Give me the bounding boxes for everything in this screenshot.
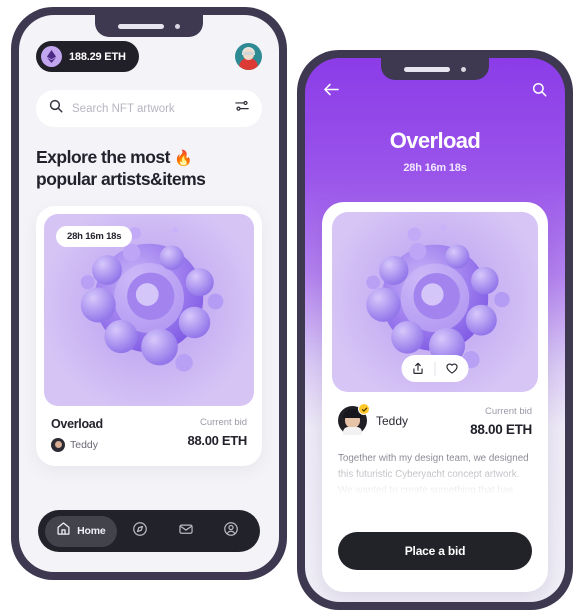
phone-detail: Overload 28h 16m 18s Teddy Current bid 8… xyxy=(297,50,573,610)
nft-creator[interactable]: Teddy xyxy=(51,437,103,452)
home-topbar: 188.29 ETH xyxy=(36,41,262,72)
auction-timer-badge: 28h 16m 18s xyxy=(56,225,133,247)
page-title: Explore the most 🔥 popular artists&items xyxy=(36,146,262,191)
nav-item-profile[interactable] xyxy=(210,516,253,547)
place-bid-button[interactable]: Place a bid xyxy=(338,532,532,570)
wallet-amount: 188.29 ETH xyxy=(69,50,126,63)
search-icon xyxy=(49,99,63,118)
detail-creator[interactable]: Teddy xyxy=(338,403,409,435)
phone-home: 188.29 ETH Search NFT artwork Explore th… xyxy=(11,7,287,580)
mail-icon xyxy=(178,521,194,542)
nav-item-messages[interactable] xyxy=(164,516,207,547)
heart-icon[interactable] xyxy=(436,362,469,375)
nav-item-explore[interactable] xyxy=(119,516,162,547)
current-bid-label: Current bid xyxy=(200,416,247,428)
detail-artwork xyxy=(332,212,538,392)
detail-card: Teddy Current bid 88.00 ETH Together wit… xyxy=(322,202,548,592)
profile-icon xyxy=(223,521,239,542)
creator-avatar xyxy=(338,403,370,435)
detail-title: Overload xyxy=(389,128,481,153)
notch xyxy=(381,58,489,80)
nft-title: Overload xyxy=(51,416,103,431)
nft-info-left: Overload Teddy xyxy=(51,417,103,452)
bottom-navigation: Home xyxy=(38,510,260,552)
notch-camera xyxy=(175,23,180,29)
creator-name: Teddy xyxy=(376,413,409,428)
back-arrow-icon[interactable] xyxy=(323,82,340,102)
artwork-actions xyxy=(401,355,469,382)
nav-label-home: Home xyxy=(77,525,106,537)
detail-meta: Teddy Current bid 88.00 ETH xyxy=(332,392,538,437)
notch xyxy=(95,15,203,37)
search-icon[interactable] xyxy=(532,82,547,102)
home-icon xyxy=(56,521,71,541)
nav-item-home[interactable]: Home xyxy=(45,515,117,547)
verified-badge-icon xyxy=(358,403,370,415)
creator-name: Teddy xyxy=(70,438,99,451)
detail-bid-info: Current bid 88.00 ETH xyxy=(470,406,532,437)
headline-line-1: Explore the most xyxy=(36,147,170,167)
share-icon[interactable] xyxy=(402,362,435,375)
wallet-balance-pill[interactable]: 188.29 ETH xyxy=(36,41,139,72)
search-input[interactable] xyxy=(72,102,226,115)
filter-icon[interactable] xyxy=(235,99,249,118)
avatar-glasses xyxy=(243,52,254,55)
notch-speaker xyxy=(404,66,450,72)
ethereum-icon xyxy=(41,46,62,67)
detail-screen: Overload 28h 16m 18s Teddy Current bid 8… xyxy=(305,58,565,602)
nft-card-meta: Overload Teddy Current bid 88.00 ETH xyxy=(44,406,254,466)
current-bid-label: Current bid xyxy=(485,406,532,417)
fire-icon: 🔥 xyxy=(174,150,193,167)
artwork-blob xyxy=(366,224,510,369)
detail-timer: 28h 16m 18s xyxy=(403,162,467,174)
creator-avatar xyxy=(51,437,65,452)
featured-nft-card[interactable]: 28h 16m 18s Overload Teddy Current bid 8… xyxy=(36,205,262,466)
artwork-description: Together with my design team, we designe… xyxy=(338,451,532,495)
headline-line-2: popular artists&items xyxy=(36,169,206,190)
notch-camera xyxy=(461,66,466,72)
current-bid-value: 88.00 ETH xyxy=(187,432,248,448)
notch-speaker xyxy=(118,23,164,29)
avatar-shirt xyxy=(343,427,362,435)
search-bar[interactable] xyxy=(36,90,262,127)
home-screen: 188.29 ETH Search NFT artwork Explore th… xyxy=(19,15,279,572)
nft-artwork: 28h 16m 18s xyxy=(44,213,254,406)
avatar[interactable] xyxy=(235,43,262,70)
compass-icon xyxy=(132,521,148,542)
nft-info-right: Current bid 88.00 ETH xyxy=(187,416,248,448)
current-bid-value: 88.00 ETH xyxy=(470,422,532,437)
